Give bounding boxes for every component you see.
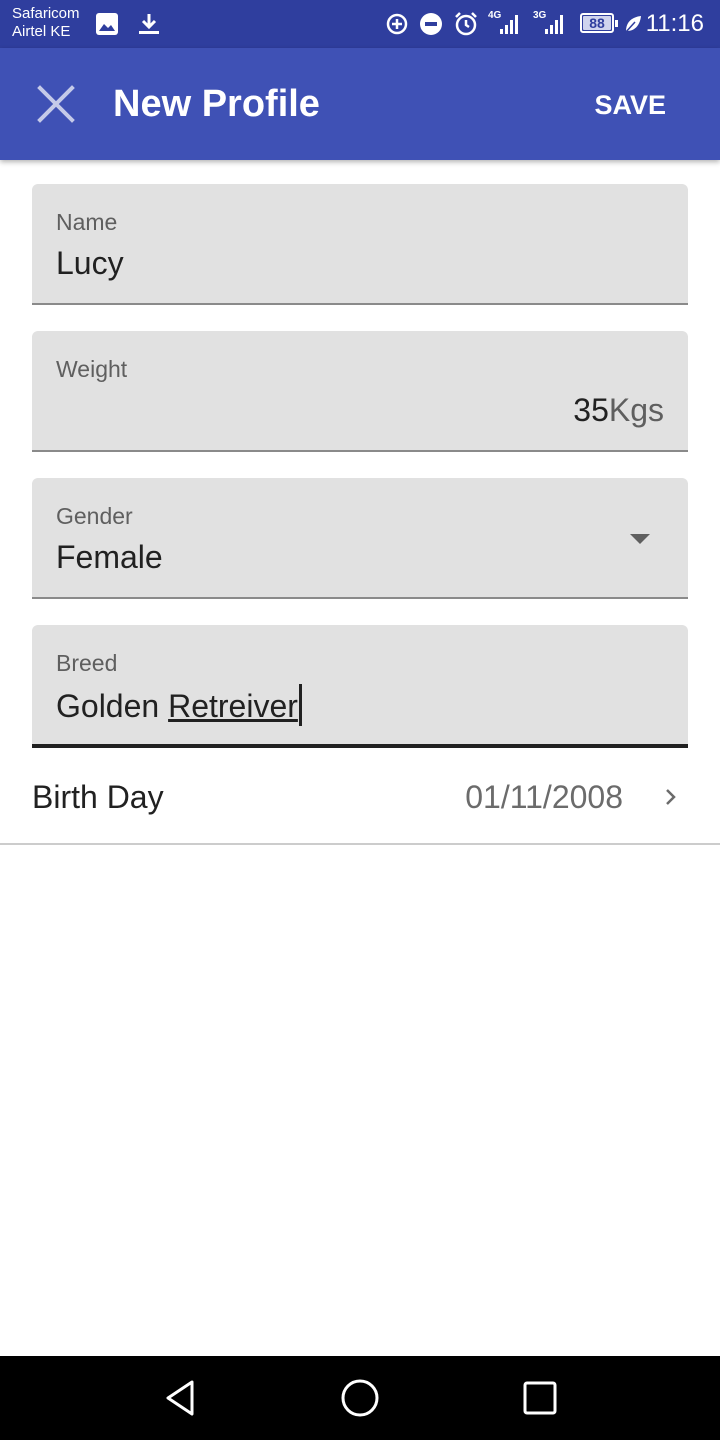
recents-square-icon [523,1381,557,1415]
weight-label: Weight [56,356,128,382]
gender-label: Gender [56,503,133,529]
home-button[interactable] [338,1376,382,1420]
birthday-label: Birth Day [32,779,164,815]
recents-button[interactable] [518,1376,562,1420]
text-cursor [298,684,302,726]
page-title: New Profile [113,83,320,125]
breed-label: Breed [56,650,118,676]
name-label: Name [56,209,118,235]
dropdown-arrow-icon[interactable] [630,534,650,544]
breed-input[interactable]: Golden Retreiver [56,684,302,726]
birthday-row[interactable]: Birth Day 01/11/2008 [0,748,720,845]
battery-level: 88 [589,15,605,31]
carrier-1: Safaricom [12,5,80,22]
signal-icon [500,14,518,34]
carrier-2: Airtel KE [12,23,71,40]
back-triangle-icon [166,1380,194,1416]
weight-unit: Kgs [608,392,664,428]
breed-field[interactable]: Breed Golden Retreiver [32,625,688,748]
battery-icon: 88 [580,13,618,33]
navigation-bar [0,1356,720,1440]
signal-icon-2 [545,14,563,34]
weight-input[interactable]: 35Kgs [573,390,664,430]
image-icon [96,13,118,35]
status-bar: Safaricom Airtel KE 4G 3G 88 11:16 [0,0,720,48]
alarm-icon [455,12,477,36]
carrier-info: Safaricom Airtel KE [12,5,80,41]
name-field[interactable]: Name Lucy [32,184,688,305]
close-button[interactable] [28,76,84,132]
breed-word-2: Retreiver [168,688,298,724]
leaf-icon [624,16,641,34]
app-bar: New Profile SAVE [0,48,720,160]
home-circle-icon [341,1379,379,1417]
gender-selected-value: Female [56,539,163,575]
gender-dropdown[interactable]: Gender Female [32,478,688,599]
download-icon [139,14,159,34]
chevron-right-icon [666,789,676,805]
back-button[interactable] [158,1376,202,1420]
birthday-value: 01/11/2008 [465,779,623,815]
save-button[interactable]: SAVE [594,88,666,122]
do-not-disturb-icon [420,13,442,35]
name-input[interactable]: Lucy [56,243,124,283]
weight-value: 35 [573,392,609,428]
close-icon [37,85,75,123]
breed-word-1: Golden [56,688,160,724]
clock: 11:16 [645,10,704,37]
weight-field[interactable]: Weight 35Kgs [32,331,688,452]
data-saver-icon [386,13,408,35]
